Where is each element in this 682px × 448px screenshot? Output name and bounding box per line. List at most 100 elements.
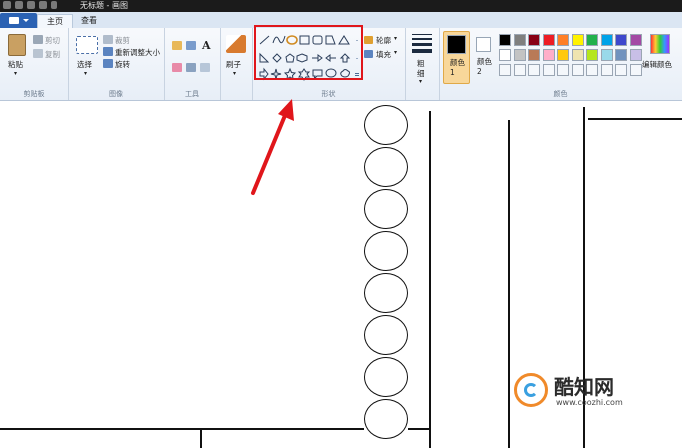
custom-color-slot[interactable] <box>542 64 555 76</box>
chevron-down-icon[interactable]: ▾ <box>84 70 87 77</box>
circle-shape <box>364 399 408 439</box>
palette-swatch[interactable] <box>615 49 627 61</box>
vertical-line <box>200 428 202 448</box>
magnifier-icon[interactable] <box>200 63 210 72</box>
cut-button[interactable]: 剪切 <box>45 35 60 46</box>
palette-swatch[interactable] <box>571 49 584 61</box>
custom-color-slot[interactable] <box>586 64 598 76</box>
color2-swatch <box>476 37 491 52</box>
circle-shape <box>364 231 408 271</box>
tab-home[interactable]: 主页 <box>37 14 73 29</box>
title-bar: 无标题 - 画图 <box>0 0 682 12</box>
chevron-down-icon <box>23 19 29 22</box>
color2-label: 颜色 2 <box>477 57 492 76</box>
horizontal-line <box>408 428 430 430</box>
chevron-down-icon[interactable]: ▾ <box>419 78 422 85</box>
line-weight-icon[interactable] <box>412 34 432 35</box>
color1-button[interactable]: 颜色 1 <box>443 31 470 84</box>
custom-color-slot[interactable] <box>629 64 642 76</box>
save-icon[interactable] <box>15 1 23 9</box>
palette-swatch[interactable] <box>557 49 569 61</box>
custom-color-slot[interactable] <box>571 64 584 76</box>
palette-swatch[interactable] <box>615 34 627 46</box>
vertical-line <box>429 111 431 448</box>
palette-swatch[interactable] <box>513 34 526 46</box>
outline-dropdown[interactable]: 轮廓 <box>376 35 391 46</box>
crop-icon[interactable] <box>103 35 113 44</box>
custom-color-slot[interactable] <box>557 64 569 76</box>
palette-swatch[interactable] <box>513 49 526 61</box>
eraser-icon[interactable] <box>172 63 182 72</box>
select-icon[interactable] <box>76 36 98 54</box>
shapes-highlight-box <box>254 25 363 80</box>
horizontal-line <box>588 118 682 120</box>
rotate-icon[interactable] <box>103 59 113 68</box>
palette-swatch[interactable] <box>528 34 540 46</box>
palette-swatch[interactable] <box>499 34 511 46</box>
fill-bucket-icon[interactable] <box>186 41 196 50</box>
image-group-label: 图像 <box>109 90 123 98</box>
outline-icon[interactable] <box>364 36 373 44</box>
edit-colors-icon[interactable] <box>650 34 670 54</box>
select-button[interactable]: 选择 <box>77 59 92 70</box>
horizontal-line <box>0 428 364 430</box>
custom-color-slot[interactable] <box>513 64 526 76</box>
resize-button[interactable]: 重新调整大小 <box>115 47 160 58</box>
color-palette <box>499 28 649 88</box>
cut-icon[interactable] <box>33 35 43 44</box>
circle-shape <box>364 357 408 397</box>
palette-swatch[interactable] <box>600 34 613 46</box>
crop-button[interactable]: 裁剪 <box>115 35 130 46</box>
pencil-icon[interactable] <box>172 41 182 50</box>
circle-shape <box>364 105 408 145</box>
palette-swatch[interactable] <box>586 34 598 46</box>
watermark-brand: 酷知网 <box>554 375 614 399</box>
shapes-group-label: 形状 <box>321 90 336 98</box>
custom-color-slot[interactable] <box>528 64 540 76</box>
fill-icon[interactable] <box>364 50 373 58</box>
palette-swatch[interactable] <box>571 34 584 46</box>
palette-swatch[interactable] <box>629 49 642 61</box>
resize-icon[interactable] <box>103 47 113 56</box>
drawing-canvas[interactable]: 酷知网 www.coozhi.com <box>0 101 682 448</box>
custom-color-slot[interactable] <box>499 64 511 76</box>
chevron-down-icon[interactable]: ▾ <box>394 49 397 56</box>
palette-swatch[interactable] <box>557 34 569 46</box>
file-menu-button[interactable] <box>0 13 37 28</box>
copy-button[interactable]: 复制 <box>45 49 60 60</box>
palette-swatch[interactable] <box>542 49 555 61</box>
custom-color-slot[interactable] <box>600 64 613 76</box>
text-tool-icon[interactable]: A <box>202 39 211 52</box>
copy-icon[interactable] <box>33 49 43 58</box>
edit-colors-button[interactable]: 编辑颜色 <box>642 59 672 70</box>
palette-swatch[interactable] <box>528 49 540 61</box>
brushes-button[interactable]: 刷子 <box>226 59 241 70</box>
chevron-down-icon[interactable]: ▾ <box>14 70 17 77</box>
undo-icon[interactable] <box>27 1 35 9</box>
brush-icon[interactable] <box>226 35 246 53</box>
circle-shape <box>364 273 408 313</box>
redo-icon[interactable] <box>39 1 47 9</box>
chevron-down-icon[interactable]: ▾ <box>394 35 397 42</box>
paste-icon[interactable] <box>8 34 26 56</box>
custom-color-slot[interactable] <box>615 64 627 76</box>
rotate-button[interactable]: 旋转 <box>115 59 130 70</box>
vertical-line <box>508 120 510 448</box>
palette-swatch[interactable] <box>499 49 511 61</box>
palette-swatch[interactable] <box>586 49 598 61</box>
circle-shape <box>364 147 408 187</box>
image-group: 选择 ▾ 裁剪 重新调整大小 旋转 图像 <box>68 28 165 100</box>
color2-button[interactable]: 颜色 2 <box>472 31 497 84</box>
palette-swatch[interactable] <box>600 49 613 61</box>
palette-swatch[interactable] <box>629 34 642 46</box>
watermark-logo-icon <box>514 373 548 407</box>
palette-swatch[interactable] <box>542 34 555 46</box>
paste-button[interactable]: 粘贴 <box>8 59 23 70</box>
fill-dropdown[interactable]: 填充 <box>376 49 391 60</box>
chevron-down-icon[interactable]: ▾ <box>233 70 236 77</box>
color1-swatch <box>447 35 466 54</box>
color-picker-icon[interactable] <box>186 63 196 72</box>
quick-access-dropdown-icon[interactable] <box>51 1 57 9</box>
tab-view[interactable]: 查看 <box>74 14 104 28</box>
size-button[interactable]: 粗细 <box>417 59 427 79</box>
